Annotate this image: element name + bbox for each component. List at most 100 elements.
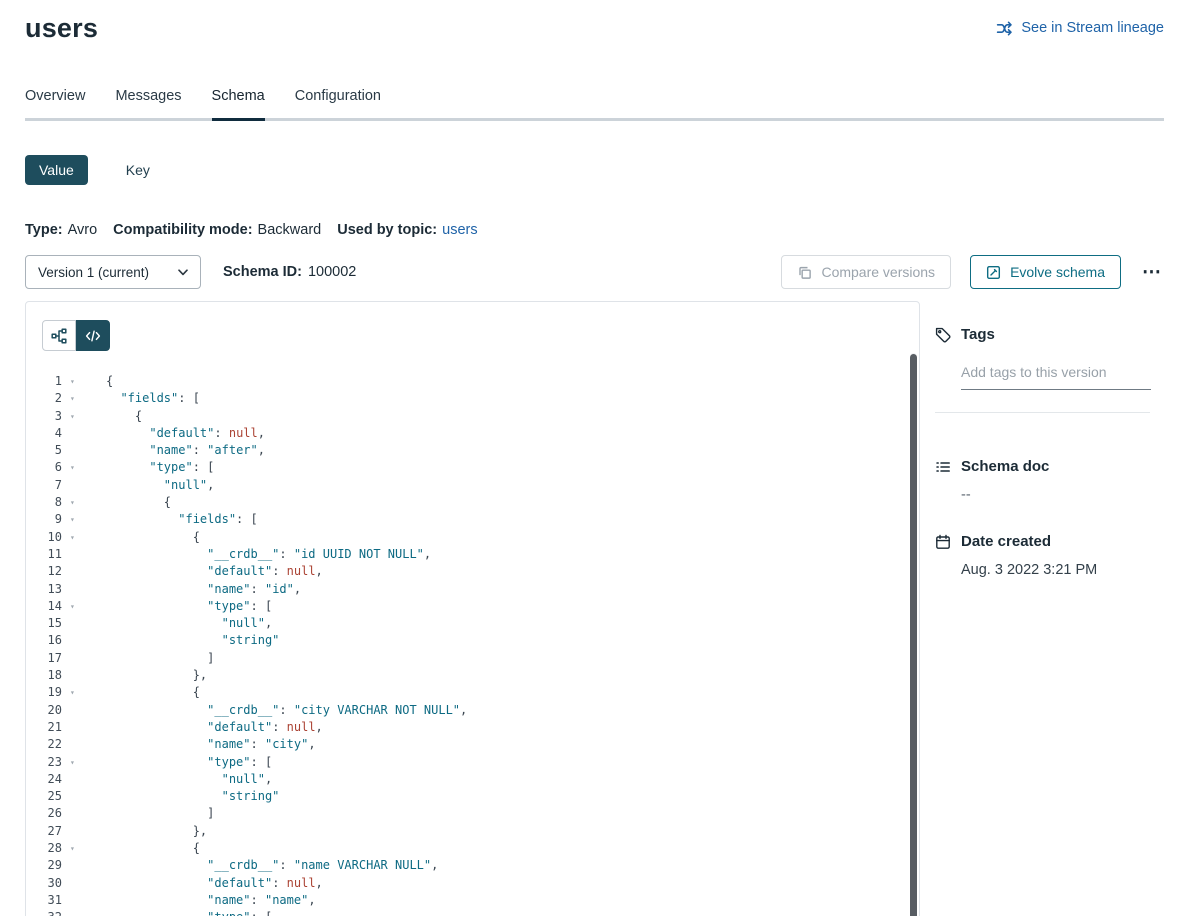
code-text: "name": "name", xyxy=(106,892,316,909)
code-text: { xyxy=(106,408,142,425)
schema-sidebar: Tags Schema doc -- xyxy=(920,301,1164,916)
line-number: 29 xyxy=(26,857,62,874)
code-line-14: 14▾ "type": [ xyxy=(26,598,919,615)
tab-configuration[interactable]: Configuration xyxy=(295,88,381,121)
meta-type-value: Avro xyxy=(68,222,98,238)
compare-versions-button[interactable]: Compare versions xyxy=(781,255,951,289)
tags-input[interactable] xyxy=(961,364,1151,390)
code-text: "name": "city", xyxy=(106,736,316,753)
fold-toggle-icon[interactable]: ▾ xyxy=(70,373,80,390)
line-number: 20 xyxy=(26,702,62,719)
toggle-key[interactable]: Key xyxy=(112,155,164,185)
fold-toggle-icon[interactable]: ▾ xyxy=(70,909,80,916)
fold-toggle-icon[interactable]: ▾ xyxy=(70,754,80,771)
tab-schema[interactable]: Schema xyxy=(212,88,265,121)
fold-spacer xyxy=(70,546,80,563)
fold-toggle-icon[interactable]: ▾ xyxy=(70,390,80,407)
line-number: 27 xyxy=(26,823,62,840)
code-line-27: 27 }, xyxy=(26,823,919,840)
fold-spacer xyxy=(70,477,80,494)
code-text: ] xyxy=(106,650,214,667)
line-number: 12 xyxy=(26,563,62,580)
line-number: 31 xyxy=(26,892,62,909)
line-number: 23 xyxy=(26,754,62,771)
fold-toggle-icon[interactable]: ▾ xyxy=(70,494,80,511)
toggle-value[interactable]: Value xyxy=(25,155,88,185)
meta-compatibility: Compatibility mode: Backward xyxy=(113,222,321,238)
version-select[interactable]: Version 1 (current) xyxy=(25,255,201,289)
code-text: "type": [ xyxy=(106,909,272,916)
code-text: "type": [ xyxy=(106,754,272,771)
fold-spacer xyxy=(70,615,80,632)
code-text: "name": "id", xyxy=(106,581,301,598)
fold-spacer xyxy=(70,650,80,667)
date-created-title: Date created xyxy=(961,533,1051,550)
date-created-header: Date created xyxy=(935,533,1164,550)
line-number: 32 xyxy=(26,909,62,916)
code-line-15: 15 "null", xyxy=(26,615,919,632)
code-text: "__crdb__": "city VARCHAR NOT NULL", xyxy=(106,702,467,719)
more-options-button[interactable]: ⋯ xyxy=(1140,263,1164,282)
code-view-button[interactable] xyxy=(76,320,110,351)
code-text: "__crdb__": "name VARCHAR NULL", xyxy=(106,857,438,874)
list-icon xyxy=(935,459,951,475)
page-title: users xyxy=(25,12,98,44)
code-text: "null", xyxy=(106,477,214,494)
code-line-1: 1▾{ xyxy=(26,373,919,390)
fold-toggle-icon[interactable]: ▾ xyxy=(70,598,80,615)
fold-toggle-icon[interactable]: ▾ xyxy=(70,684,80,701)
evolve-schema-icon xyxy=(986,265,1001,280)
compare-versions-icon xyxy=(797,265,812,280)
code-text: "default": null, xyxy=(106,425,265,442)
version-actions: Compare versions Evolve schema ⋯ xyxy=(781,255,1164,289)
fold-spacer xyxy=(70,771,80,788)
stream-lineage-link[interactable]: See in Stream lineage xyxy=(996,20,1164,37)
tree-view-button[interactable] xyxy=(42,320,76,351)
fold-spacer xyxy=(70,857,80,874)
schema-id: Schema ID: 100002 xyxy=(223,264,356,280)
schema-doc-title: Schema doc xyxy=(961,458,1049,475)
tab-overview[interactable]: Overview xyxy=(25,88,85,121)
fold-toggle-icon[interactable]: ▾ xyxy=(70,408,80,425)
code-text: { xyxy=(106,684,200,701)
meta-compat-value: Backward xyxy=(258,222,322,238)
code-text: "null", xyxy=(106,771,272,788)
evolve-schema-button[interactable]: Evolve schema xyxy=(970,255,1121,289)
code-line-28: 28▾ { xyxy=(26,840,919,857)
code-line-11: 11 "__crdb__": "id UUID NOT NULL", xyxy=(26,546,919,563)
code-line-3: 3 ▾ { xyxy=(26,408,919,425)
line-number: 25 xyxy=(26,788,62,805)
tree-view-icon xyxy=(51,328,67,344)
fold-toggle-icon[interactable]: ▾ xyxy=(70,529,80,546)
code-text: { xyxy=(106,494,171,511)
tab-bar: Overview Messages Schema Configuration xyxy=(25,88,1164,121)
line-number: 1 xyxy=(26,373,62,390)
schema-code-editor[interactable]: 1▾{2▾ "fields": [3▾ {4 "default": null,5… xyxy=(26,373,919,916)
code-line-4: 4 "default": null, xyxy=(26,425,919,442)
fold-spacer xyxy=(70,667,80,684)
tags-section: Tags xyxy=(935,326,1164,413)
tags-header: Tags xyxy=(935,326,1164,343)
editor-scrollbar-thumb[interactable] xyxy=(910,354,917,916)
fold-spacer xyxy=(70,875,80,892)
code-line-26: 26 ] xyxy=(26,805,919,822)
topic-link[interactable]: users xyxy=(442,222,477,238)
line-number: 19 xyxy=(26,684,62,701)
line-number: 3 xyxy=(26,408,62,425)
code-text: }, xyxy=(106,823,207,840)
tab-messages[interactable]: Messages xyxy=(115,88,181,121)
fold-spacer xyxy=(70,805,80,822)
fold-spacer xyxy=(70,425,80,442)
code-line-24: 24 "null", xyxy=(26,771,919,788)
fold-spacer xyxy=(70,719,80,736)
fold-toggle-icon[interactable]: ▾ xyxy=(70,459,80,476)
fold-spacer xyxy=(70,788,80,805)
code-line-5: 5 "name": "after", xyxy=(26,442,919,459)
code-text: "null", xyxy=(106,615,272,632)
fold-toggle-icon[interactable]: ▾ xyxy=(70,840,80,857)
tag-icon xyxy=(935,327,951,343)
schema-page: users See in Stream lineage Overview Mess… xyxy=(0,0,1189,916)
fold-toggle-icon[interactable]: ▾ xyxy=(70,511,80,528)
line-number: 13 xyxy=(26,581,62,598)
line-number: 26 xyxy=(26,805,62,822)
